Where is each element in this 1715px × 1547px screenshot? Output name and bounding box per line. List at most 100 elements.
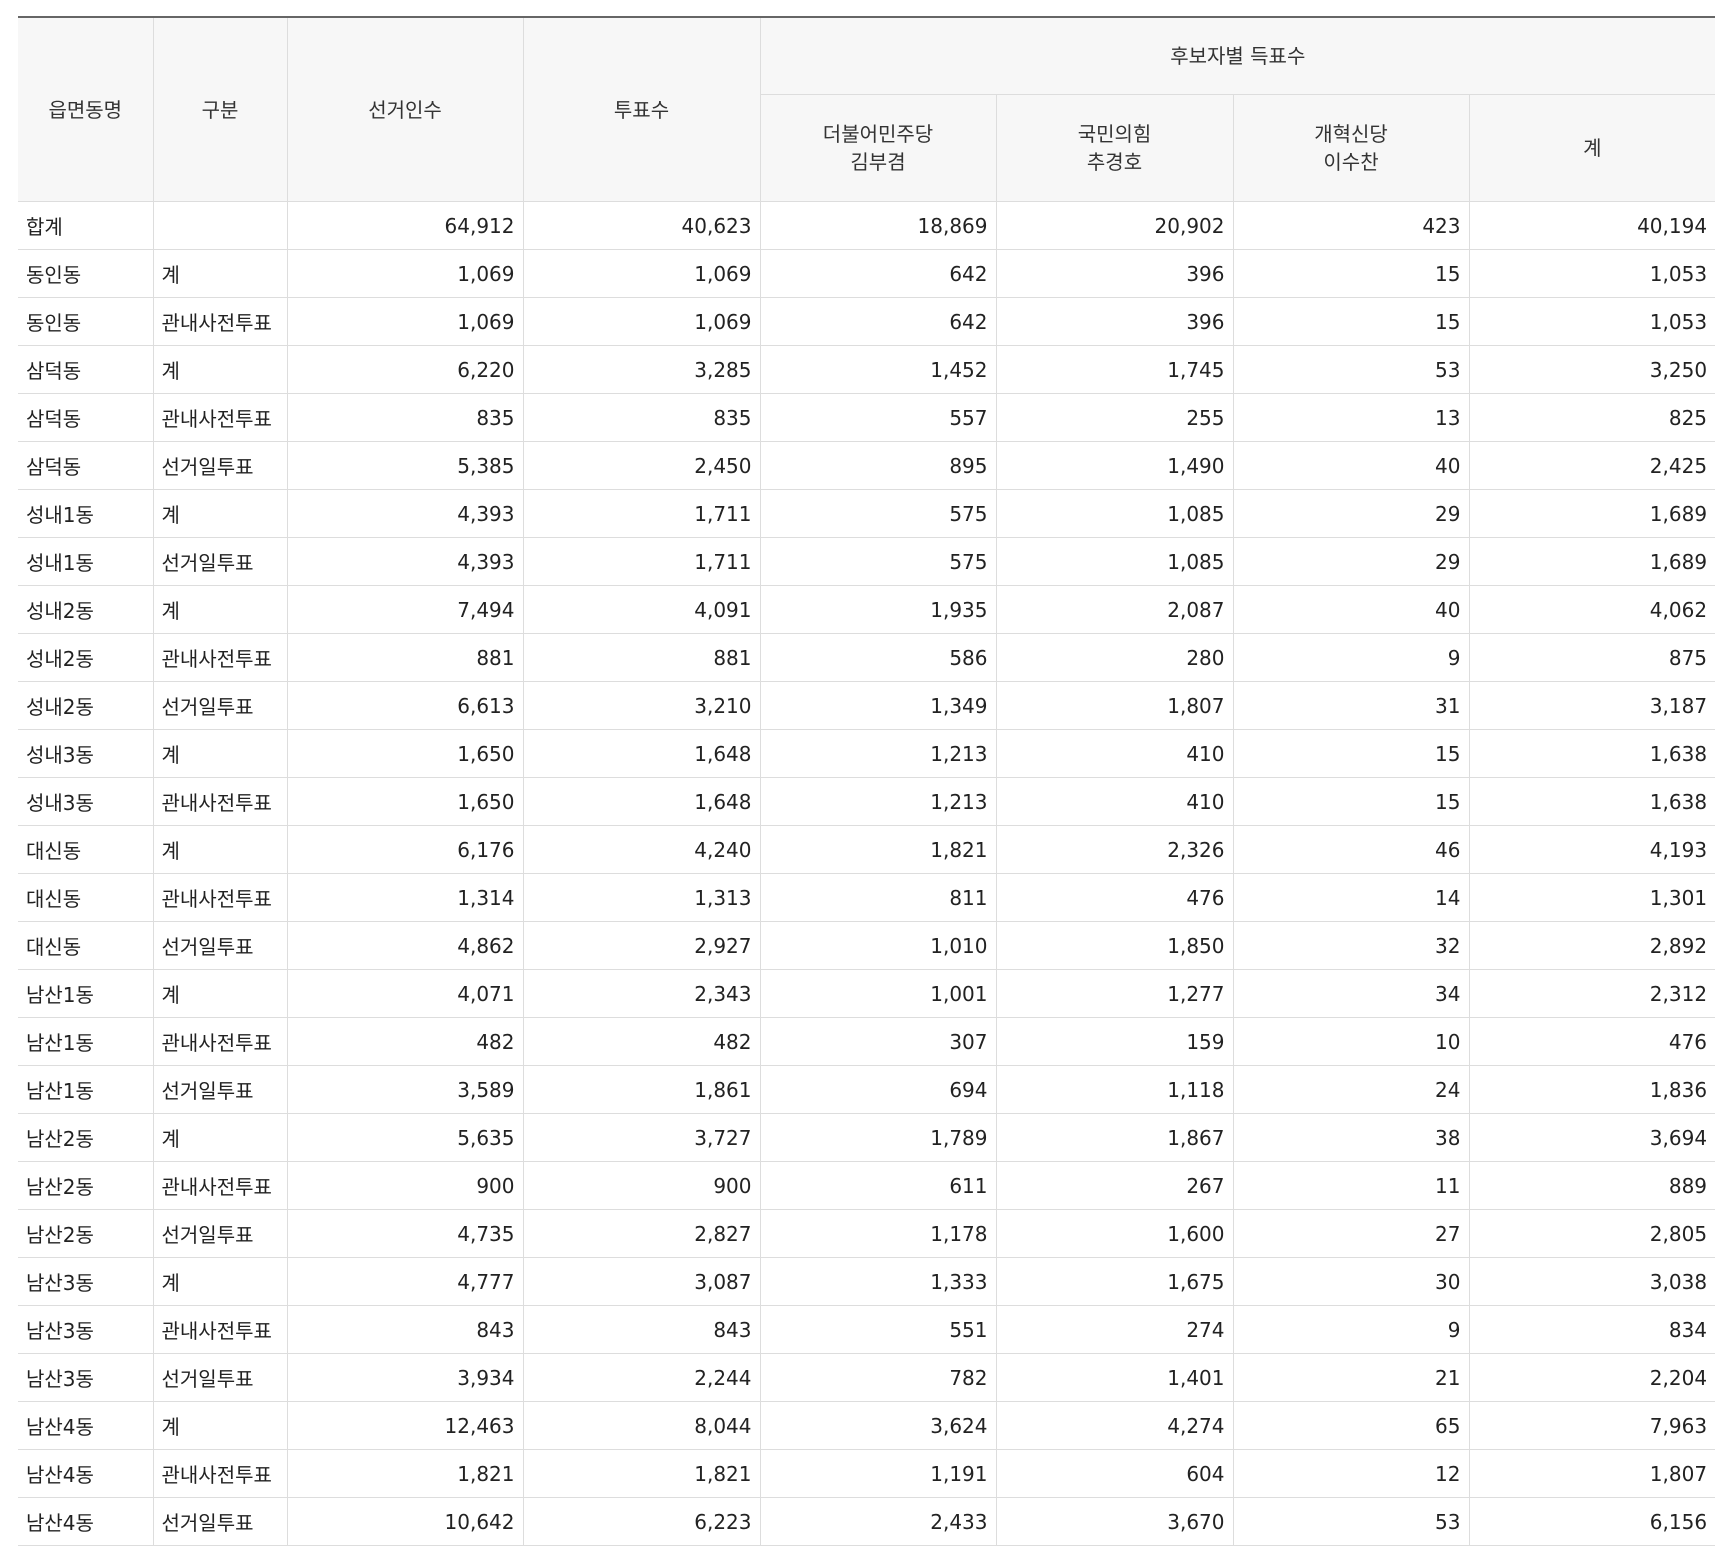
table-row: 삼덕동 관내사전투표 835 835 557 255 13 825 <box>18 393 1715 442</box>
cell-category: 계 <box>152 345 288 394</box>
cell-category: 관내사전투표 <box>152 297 288 346</box>
cell-district: 남산3동 <box>18 1257 154 1306</box>
cell-electorate: 5,385 <box>286 441 524 490</box>
cell-district: 남산1동 <box>18 1065 154 1114</box>
candidate-name: 김부겸 <box>850 150 906 174</box>
cell-candidate-3-votes: 14 <box>1232 873 1470 922</box>
cell-turnout: 2,343 <box>522 969 761 1018</box>
cell-turnout: 482 <box>522 1017 761 1066</box>
cell-category: 관내사전투표 <box>152 1449 288 1498</box>
cell-turnout: 4,091 <box>522 585 761 634</box>
cell-turnout: 1,711 <box>522 537 761 586</box>
cell-candidate-1-votes: 782 <box>759 1353 997 1402</box>
cell-candidate-2-votes: 20,902 <box>995 201 1234 250</box>
cell-candidate-2-votes: 3,670 <box>995 1497 1234 1546</box>
cell-total-votes: 1,053 <box>1468 249 1715 298</box>
cell-total-votes: 825 <box>1468 393 1715 442</box>
cell-total-votes: 1,638 <box>1468 777 1715 826</box>
cell-candidate-3-votes: 34 <box>1232 969 1470 1018</box>
cell-district: 성내2동 <box>18 585 154 634</box>
cell-total-votes: 3,187 <box>1468 681 1715 730</box>
cell-turnout: 6,223 <box>522 1497 761 1546</box>
cell-electorate: 1,069 <box>286 249 524 298</box>
table-row: 남산1동 관내사전투표 482 482 307 159 10 476 <box>18 1017 1715 1066</box>
cell-turnout: 835 <box>522 393 761 442</box>
cell-category: 계 <box>152 1401 288 1450</box>
table-row: 합계 64,912 40,623 18,869 20,902 423 40,194 <box>18 201 1715 250</box>
cell-total-votes: 3,038 <box>1468 1257 1715 1306</box>
candidate-party: 개혁신당 <box>1314 122 1388 146</box>
cell-candidate-1-votes: 575 <box>759 489 997 538</box>
header-candidate-1: 더불어민주당 김부겸 <box>760 94 997 202</box>
cell-district: 성내3동 <box>18 777 154 826</box>
cell-category: 관내사전투표 <box>152 873 288 922</box>
cell-total-votes: 4,193 <box>1468 825 1715 874</box>
cell-electorate: 843 <box>286 1305 524 1354</box>
cell-candidate-1-votes: 1,349 <box>759 681 997 730</box>
cell-electorate: 1,650 <box>286 729 524 778</box>
cell-category: 계 <box>152 1113 288 1162</box>
cell-electorate: 6,176 <box>286 825 524 874</box>
cell-category <box>152 201 288 250</box>
cell-candidate-3-votes: 27 <box>1232 1209 1470 1258</box>
cell-candidate-2-votes: 1,490 <box>995 441 1234 490</box>
cell-category: 선거일투표 <box>152 441 288 490</box>
table-row: 남산2동 관내사전투표 900 900 611 267 11 889 <box>18 1161 1715 1210</box>
cell-turnout: 8,044 <box>522 1401 761 1450</box>
cell-candidate-3-votes: 15 <box>1232 729 1470 778</box>
cell-total-votes: 2,204 <box>1468 1353 1715 1402</box>
cell-district: 삼덕동 <box>18 393 154 442</box>
table-row: 남산4동 계 12,463 8,044 3,624 4,274 65 7,963 <box>18 1401 1715 1450</box>
cell-electorate: 900 <box>286 1161 524 1210</box>
cell-category: 관내사전투표 <box>152 633 288 682</box>
cell-category: 계 <box>152 969 288 1018</box>
cell-candidate-3-votes: 40 <box>1232 441 1470 490</box>
cell-turnout: 40,623 <box>522 201 761 250</box>
cell-turnout: 3,285 <box>522 345 761 394</box>
cell-electorate: 4,735 <box>286 1209 524 1258</box>
cell-candidate-1-votes: 1,178 <box>759 1209 997 1258</box>
cell-total-votes: 2,805 <box>1468 1209 1715 1258</box>
cell-category: 선거일투표 <box>152 1497 288 1546</box>
cell-electorate: 3,589 <box>286 1065 524 1114</box>
cell-candidate-3-votes: 53 <box>1232 1497 1470 1546</box>
cell-electorate: 64,912 <box>286 201 524 250</box>
table-row: 대신동 계 6,176 4,240 1,821 2,326 46 4,193 <box>18 825 1715 874</box>
header-total: 계 <box>1468 94 1715 202</box>
cell-candidate-2-votes: 255 <box>995 393 1234 442</box>
cell-candidate-3-votes: 53 <box>1232 345 1470 394</box>
cell-candidate-1-votes: 586 <box>759 633 997 682</box>
cell-district: 남산3동 <box>18 1353 154 1402</box>
cell-total-votes: 476 <box>1468 1017 1715 1066</box>
cell-total-votes: 2,312 <box>1468 969 1715 1018</box>
cell-candidate-1-votes: 1,935 <box>759 585 997 634</box>
cell-turnout: 3,727 <box>522 1113 761 1162</box>
table-row: 동인동 계 1,069 1,069 642 396 15 1,053 <box>18 249 1715 298</box>
cell-candidate-2-votes: 1,807 <box>995 681 1234 730</box>
table-row: 남산4동 관내사전투표 1,821 1,821 1,191 604 12 1,807 <box>18 1449 1715 1498</box>
cell-candidate-1-votes: 694 <box>759 1065 997 1114</box>
cell-district: 합계 <box>18 201 154 250</box>
candidate-party: 더불어민주당 <box>822 122 934 146</box>
table-header: 읍면동명 구분 선거인수 투표수 후보자별 득표수 더불어민주당 김부겸 국민의… <box>18 16 1715 202</box>
cell-district: 성내1동 <box>18 489 154 538</box>
cell-candidate-2-votes: 1,085 <box>995 537 1234 586</box>
cell-candidate-3-votes: 65 <box>1232 1401 1470 1450</box>
cell-candidate-2-votes: 410 <box>995 777 1234 826</box>
cell-district: 대신동 <box>18 921 154 970</box>
cell-electorate: 6,613 <box>286 681 524 730</box>
table-row: 남산3동 관내사전투표 843 843 551 274 9 834 <box>18 1305 1715 1354</box>
table-row: 성내1동 계 4,393 1,711 575 1,085 29 1,689 <box>18 489 1715 538</box>
cell-total-votes: 1,836 <box>1468 1065 1715 1114</box>
cell-candidate-3-votes: 38 <box>1232 1113 1470 1162</box>
cell-total-votes: 3,694 <box>1468 1113 1715 1162</box>
cell-turnout: 1,648 <box>522 729 761 778</box>
cell-candidate-2-votes: 1,600 <box>995 1209 1234 1258</box>
cell-district: 성내3동 <box>18 729 154 778</box>
cell-candidate-3-votes: 9 <box>1232 633 1470 682</box>
cell-electorate: 4,393 <box>286 489 524 538</box>
cell-electorate: 3,934 <box>286 1353 524 1402</box>
cell-candidate-3-votes: 40 <box>1232 585 1470 634</box>
cell-total-votes: 6,156 <box>1468 1497 1715 1546</box>
cell-candidate-3-votes: 13 <box>1232 393 1470 442</box>
